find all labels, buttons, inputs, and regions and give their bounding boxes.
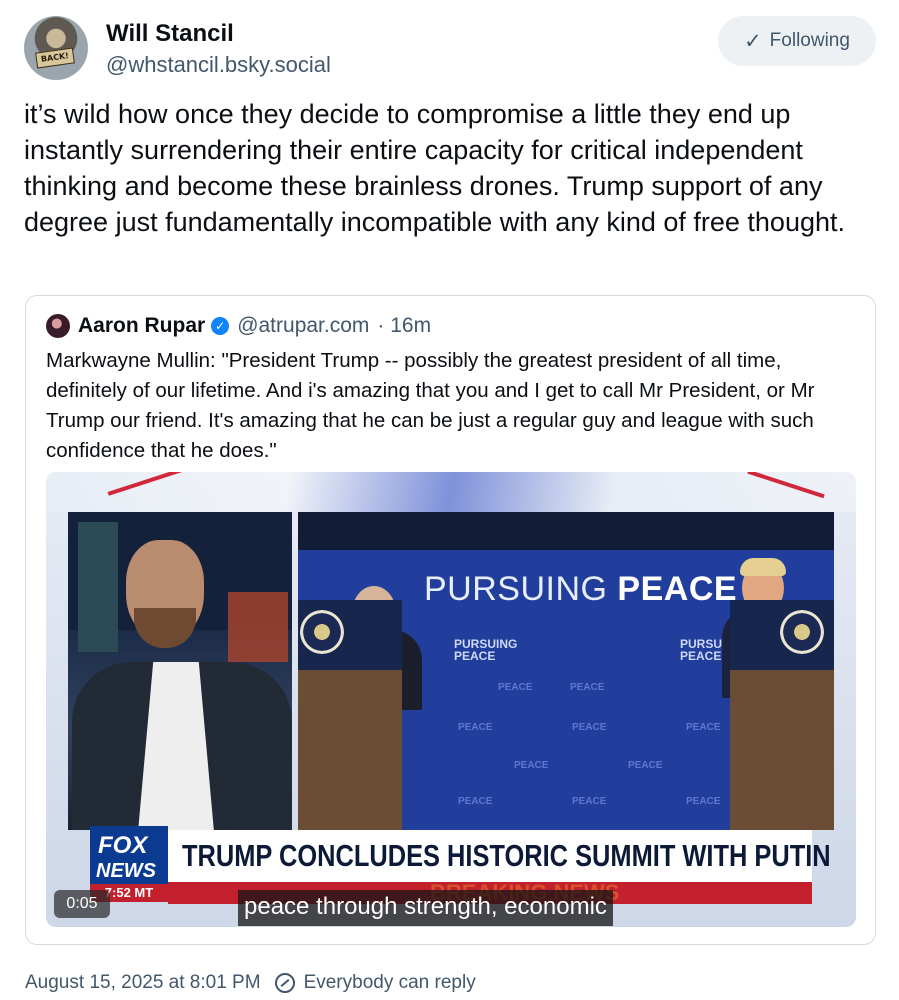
- quoted-author-avatar[interactable]: [46, 314, 70, 338]
- studio-backdrop: [46, 472, 856, 512]
- check-icon: ✓: [744, 29, 762, 53]
- logo-top: FOX: [98, 832, 148, 859]
- banner-light: PURSUING: [424, 570, 618, 608]
- backdrop-watermark: PEACE: [458, 796, 493, 807]
- verified-badge-icon: ✓: [211, 317, 230, 335]
- backdrop-label: PURSUING PEACE: [454, 637, 518, 663]
- quoted-post-header: Aaron Rupar ✓ @atrupar.com · 16m: [46, 312, 431, 340]
- backdrop-watermark: PEACE: [572, 722, 607, 733]
- following-label: Following: [769, 30, 850, 51]
- quoted-post[interactable]: Aaron Rupar ✓ @atrupar.com · 16m Markway…: [25, 295, 876, 945]
- avatar-sign: BACK!: [35, 47, 75, 69]
- quoted-author-handle[interactable]: @atrupar.com: [237, 314, 369, 338]
- reply-setting: Everybody can reply: [303, 972, 476, 993]
- following-button[interactable]: ✓ Following: [718, 16, 876, 66]
- stage-topband: [298, 512, 834, 550]
- backdrop-watermark: PEACE: [628, 760, 663, 771]
- building: [78, 522, 118, 652]
- backdrop-watermark: PEACE: [570, 682, 605, 693]
- post-date[interactable]: August 15, 2025 at 8:01 PM: [25, 972, 261, 994]
- podium-right: [730, 670, 834, 830]
- post-text: it’s wild how once they decide to compro…: [24, 99, 845, 237]
- author-handle[interactable]: @whstancil.bsky.social: [106, 52, 331, 78]
- post-footer: August 15, 2025 at 8:01 PM Everybody can…: [25, 970, 476, 996]
- author-avatar[interactable]: BACK!: [24, 16, 88, 80]
- video-left-panel: [68, 512, 292, 830]
- author-name[interactable]: Will Stancil: [106, 20, 234, 48]
- banner-bold: PEACE: [617, 570, 738, 608]
- speaker-right-hair: [740, 558, 786, 576]
- backdrop-watermark: PEACE: [686, 796, 721, 807]
- backdrop-watermark: PEACE: [514, 760, 549, 771]
- quoted-post-time: · 16m: [377, 314, 432, 337]
- building: [228, 592, 288, 662]
- podium-left: [298, 670, 402, 830]
- video-caption: peace through strength, economic: [238, 890, 613, 926]
- post-header: BACK! Will Stancil @whstancil.bsky.socia…: [24, 14, 876, 80]
- presidential-seal-icon: [780, 610, 824, 654]
- video-timestamp: 0:05: [54, 890, 110, 918]
- backdrop-label: PURSUING PEACE: [680, 637, 744, 663]
- quoted-author-name[interactable]: Aaron Rupar: [78, 314, 205, 338]
- news-lower-third: FOX NEWS 7:52 MT TRUMP CONCLUDES HISTORI…: [90, 826, 831, 905]
- backdrop-watermark: PEACE: [498, 682, 533, 693]
- backdrop-banner: PURSUING PEACE: [424, 570, 737, 609]
- video-player[interactable]: PURSUING PEACE PURSUING PEACE PURSUING P…: [46, 472, 856, 927]
- backdrop-watermark: PEACE: [458, 722, 493, 733]
- reply-restriction-icon: [274, 973, 295, 993]
- news-headline: TRUMP CONCLUDES HISTORIC SUMMIT WITH PUT…: [182, 838, 831, 873]
- logo-bottom: NEWS: [96, 860, 156, 882]
- presidential-seal-icon: [300, 610, 344, 654]
- quoted-post-text: Markwayne Mullin: "President Trump -- po…: [46, 349, 815, 462]
- backdrop-watermark: PEACE: [572, 796, 607, 807]
- video-right-panel: PURSUING PEACE PURSUING PEACE PURSUING P…: [298, 512, 834, 830]
- backdrop-watermark: PEACE: [686, 722, 721, 733]
